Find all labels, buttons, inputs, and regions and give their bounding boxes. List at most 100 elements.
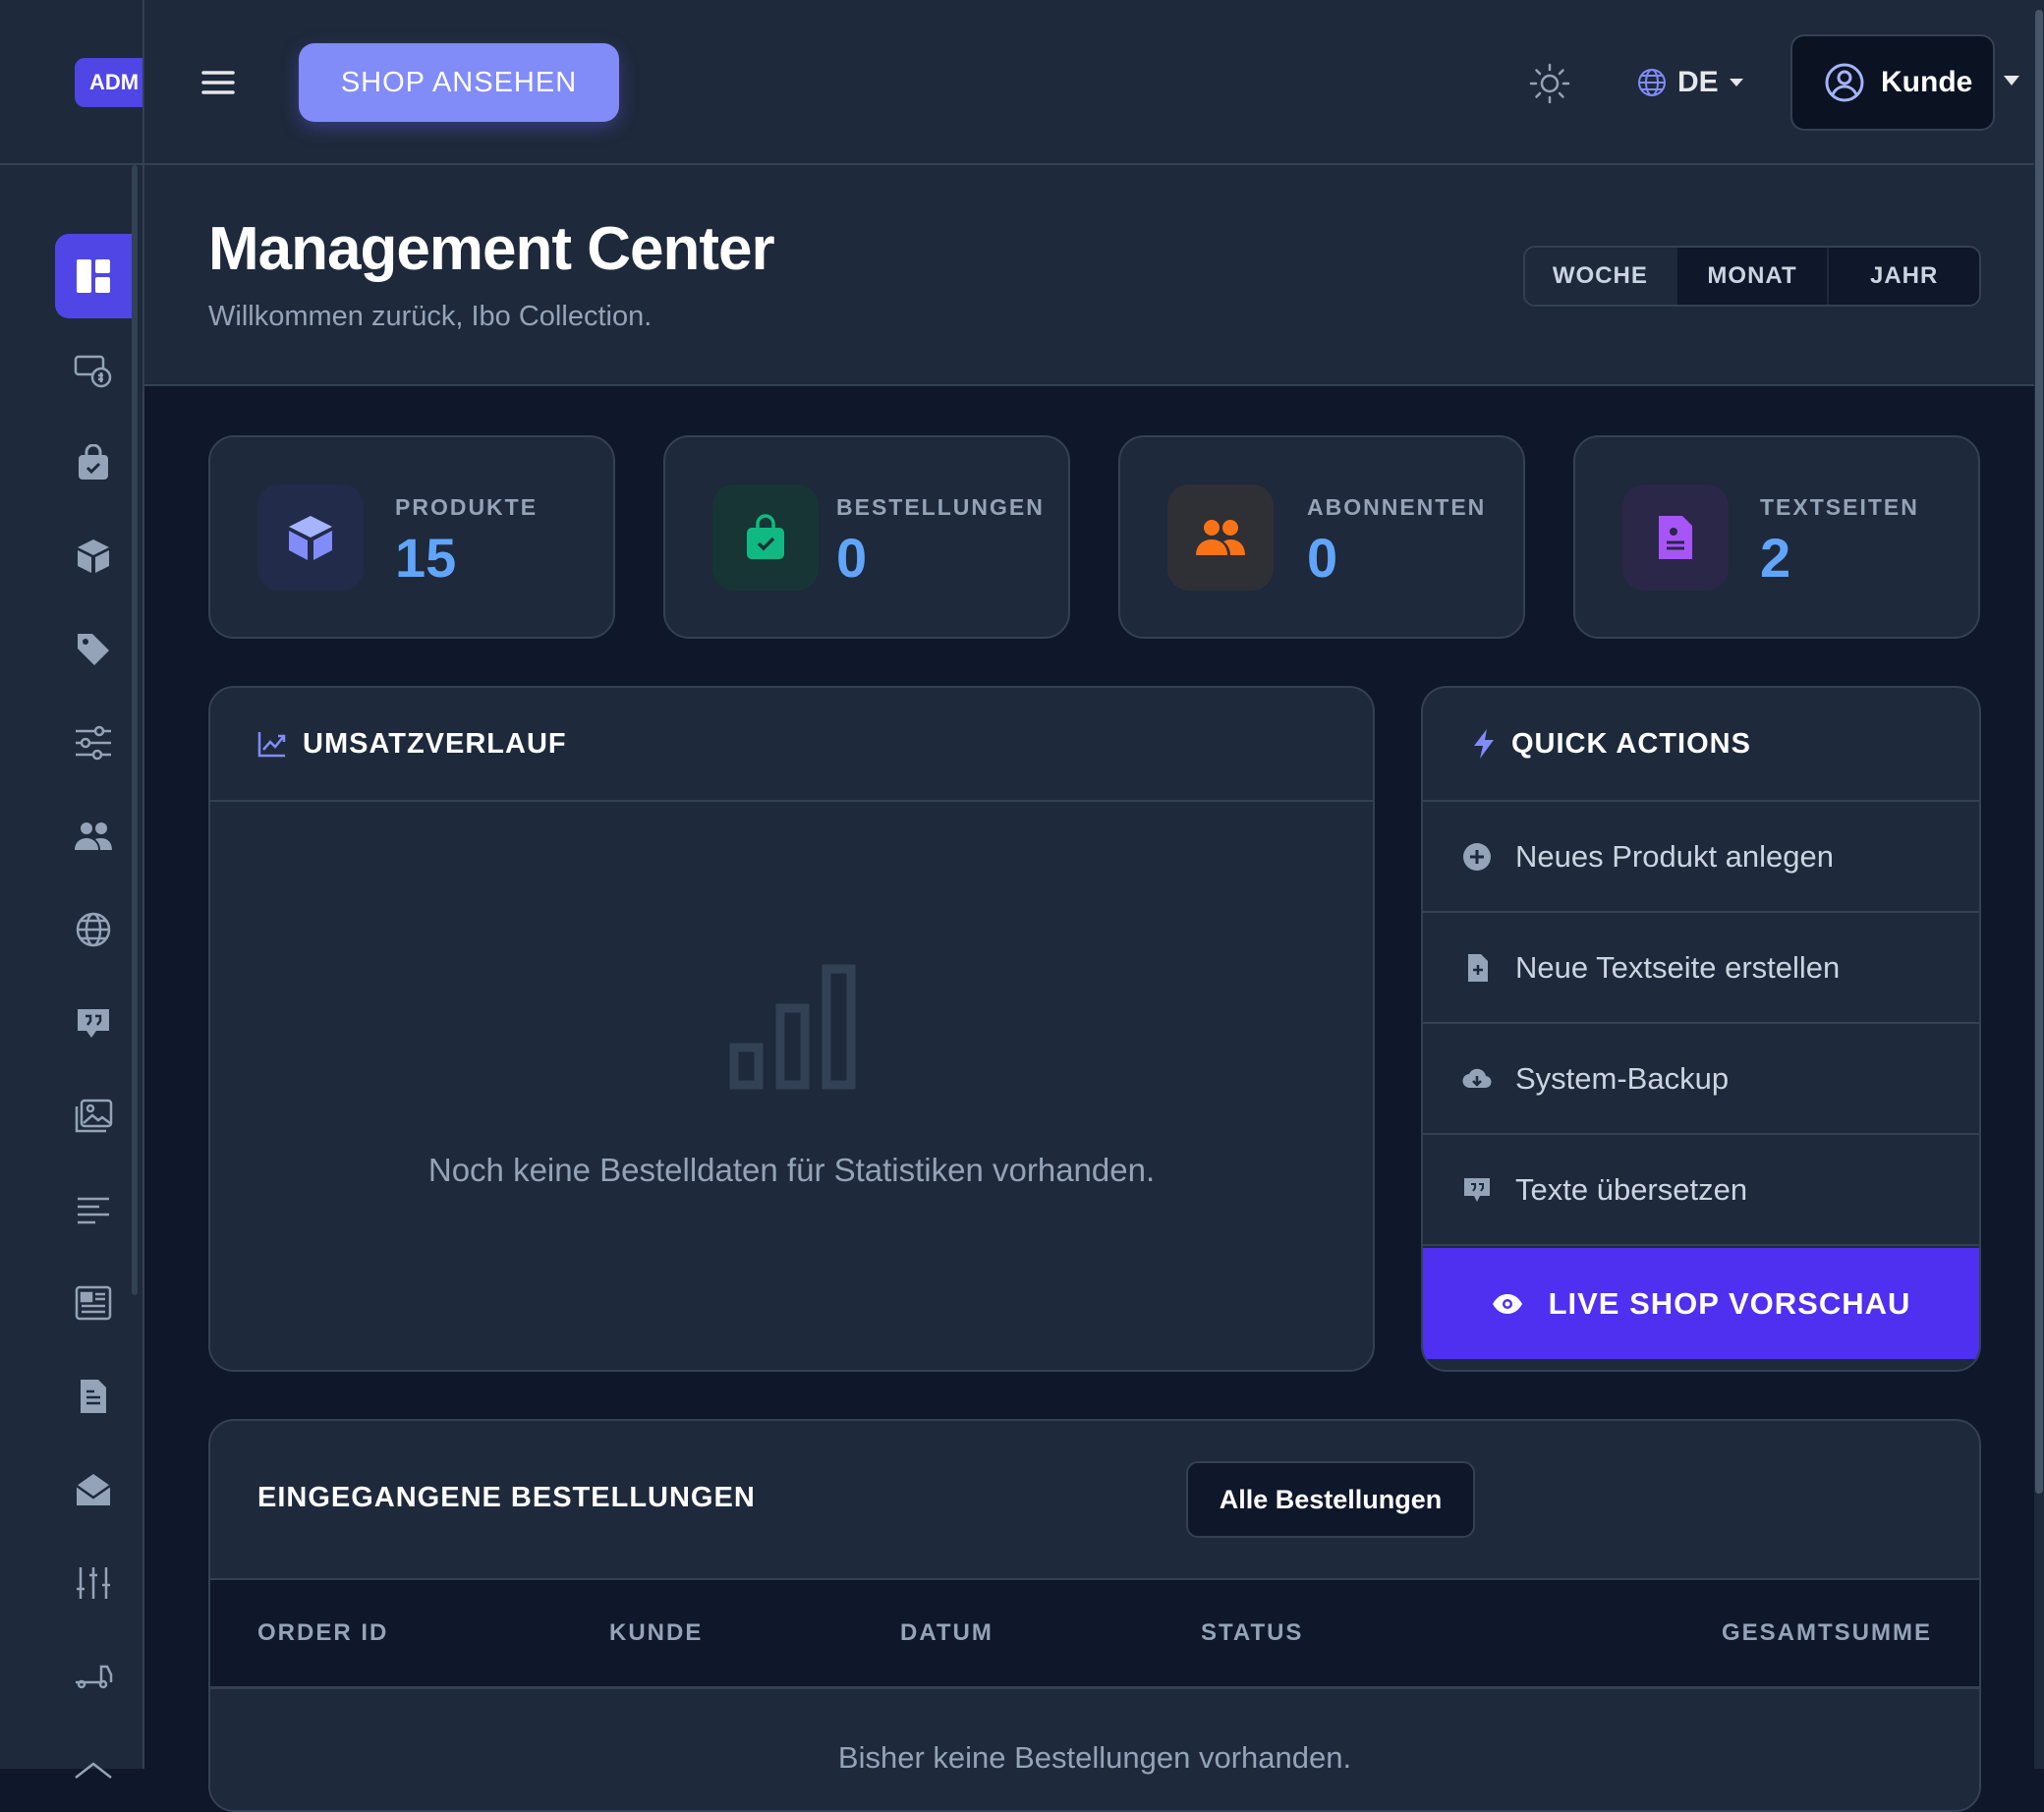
- user-avatar-icon: [1824, 62, 1865, 103]
- quick-actions-panel: QUICK ACTIONS Neues Produkt anlegen Neue…: [1421, 686, 1981, 1372]
- bar-chart-placeholder-icon: [729, 963, 857, 1091]
- stat-label: BESTELLUNGEN: [836, 494, 1045, 520]
- stat-value: 0: [836, 527, 868, 589]
- sidebar-item-orders[interactable]: [55, 421, 132, 505]
- sidebar-scrollbar[interactable]: [132, 165, 138, 1295]
- sidebar-item-newsletter[interactable]: [55, 1447, 132, 1532]
- sidebar-item-dashboard[interactable]: [55, 234, 132, 318]
- shopping-bag-icon: [76, 444, 111, 481]
- users-icon: [1167, 484, 1274, 591]
- column-header[interactable]: KUNDE: [609, 1619, 703, 1647]
- globe-icon: [1636, 67, 1668, 98]
- orders-title: EINGEGANGENE BESTELLUNGEN: [257, 1482, 756, 1513]
- shop-view-button[interactable]: SHOP ANSEHEN: [299, 43, 619, 122]
- chevron-down-icon: [1729, 78, 1744, 87]
- revenue-title: UMSATZVERLAUF: [303, 727, 567, 760]
- cloud-download-icon: [1462, 1064, 1492, 1094]
- period-switch: WOCHE MONAT JAHR: [1523, 246, 1981, 307]
- bolt-icon: [1472, 728, 1496, 760]
- stat-card-textpages[interactable]: TEXTSEITEN 2: [1573, 435, 1980, 639]
- sidebar-item-news[interactable]: [55, 1261, 132, 1345]
- stat-value: 15: [395, 527, 457, 589]
- tag-icon: [75, 631, 112, 668]
- quick-action-backup[interactable]: System-Backup: [1423, 1024, 1979, 1135]
- file-plus-icon: [1462, 953, 1492, 983]
- column-header[interactable]: STATUS: [1201, 1619, 1303, 1647]
- sidebar-item-pages[interactable]: [55, 1354, 132, 1439]
- translate-chat-icon: [1462, 1175, 1492, 1205]
- sidebar-item-products[interactable]: [55, 514, 132, 598]
- sidebar-item-finance[interactable]: [55, 327, 132, 412]
- quick-actions-header: QUICK ACTIONS: [1423, 688, 1979, 802]
- quick-actions-title: QUICK ACTIONS: [1511, 727, 1751, 760]
- stat-value: 0: [1307, 527, 1338, 589]
- quick-action-new-product[interactable]: Neues Produkt anlegen: [1423, 802, 1979, 913]
- sidebar-item-filters[interactable]: [55, 701, 132, 785]
- dashboard-icon: [75, 257, 112, 295]
- stat-label: PRODUKTE: [395, 494, 539, 520]
- stat-label: ABONNENTEN: [1307, 494, 1487, 520]
- truck-icon: [74, 1663, 113, 1690]
- brand-badge[interactable]: ADM: [75, 58, 143, 107]
- sidebar-item-languages[interactable]: [55, 887, 132, 972]
- orders-panel: EINGEGANGENE BESTELLUNGEN Alle Bestellun…: [208, 1419, 1981, 1812]
- column-header[interactable]: DATUM: [900, 1619, 994, 1647]
- user-label: Kunde: [1881, 66, 1973, 98]
- period-year-button[interactable]: JAHR: [1827, 248, 1979, 305]
- page-scrollbar-thumb[interactable]: [2035, 10, 2043, 1494]
- globe-icon: [75, 911, 112, 948]
- orders-empty-message: Bisher keine Bestellungen vorhanden.: [837, 1740, 1352, 1775]
- stat-card-orders[interactable]: BESTELLUNGEN 0: [663, 435, 1070, 639]
- quick-action-label: Texte übersetzen: [1515, 1171, 1748, 1207]
- sidebar-item-media[interactable]: [55, 1074, 132, 1159]
- eye-icon: [1492, 1293, 1523, 1315]
- text-lines-icon: [76, 1195, 111, 1224]
- stat-label: TEXTSEITEN: [1760, 494, 1919, 520]
- users-icon: [74, 821, 113, 852]
- user-caret-icon[interactable]: [2003, 75, 2020, 86]
- money-icon: [74, 350, 113, 389]
- quick-action-label: System-Backup: [1515, 1060, 1730, 1096]
- equalizer-icon: [75, 1565, 112, 1601]
- sidebar-item-customers[interactable]: [55, 794, 132, 878]
- column-header[interactable]: GESAMTSUMME: [1722, 1619, 1932, 1647]
- hamburger-menu-icon[interactable]: [200, 65, 236, 100]
- chevron-up-icon: [74, 1760, 113, 1780]
- live-shop-preview-button[interactable]: LIVE SHOP VORSCHAU: [1423, 1248, 1979, 1359]
- images-icon: [74, 1099, 113, 1134]
- revenue-panel: UMSATZVERLAUF Noch keine Bestelldaten fü…: [208, 686, 1375, 1372]
- newspaper-icon: [75, 1285, 112, 1321]
- sidebar-item-shipping[interactable]: [55, 1634, 132, 1719]
- cube-icon: [257, 484, 364, 591]
- page-title: Management Center: [208, 215, 775, 283]
- period-week-button[interactable]: WOCHE: [1525, 248, 1675, 305]
- stat-card-products[interactable]: PRODUKTE 15: [208, 435, 615, 639]
- document-icon: [79, 1378, 108, 1415]
- sliders-icon: [74, 725, 113, 761]
- all-orders-button[interactable]: Alle Bestellungen: [1186, 1461, 1475, 1538]
- stat-value: 2: [1760, 527, 1791, 589]
- sidebar-item-content[interactable]: [55, 1167, 132, 1252]
- mail-open-icon: [75, 1472, 112, 1507]
- stat-card-subscribers[interactable]: ABONNENTEN 0: [1118, 435, 1525, 639]
- period-month-button[interactable]: MONAT: [1675, 248, 1828, 305]
- chart-line-icon: [257, 730, 287, 758]
- sidebar-item-reviews[interactable]: [55, 981, 132, 1065]
- language-switch[interactable]: DE: [1636, 61, 1744, 104]
- quote-chat-icon: [75, 1004, 112, 1042]
- document-icon: [1622, 484, 1729, 591]
- sidebar-item-settings[interactable]: [55, 1541, 132, 1625]
- revenue-panel-header: UMSATZVERLAUF: [210, 688, 1373, 802]
- sun-icon[interactable]: [1528, 62, 1571, 105]
- sidebar-item-more[interactable]: [55, 1727, 132, 1812]
- column-header[interactable]: ORDER ID: [257, 1619, 388, 1647]
- page-subtitle: Willkommen zurück, Ibo Collection.: [208, 301, 653, 332]
- quick-action-new-page[interactable]: Neue Textseite erstellen: [1423, 913, 1979, 1024]
- language-label: DE: [1677, 66, 1719, 98]
- orders-table-header: ORDER ID KUNDE DATUM STATUS GESAMTSUMME: [210, 1578, 1979, 1689]
- sidebar-item-tags[interactable]: [55, 607, 132, 692]
- quick-action-translate[interactable]: Texte übersetzen: [1423, 1135, 1979, 1246]
- shopping-bag-icon: [712, 484, 819, 591]
- box-icon: [75, 538, 112, 575]
- user-menu[interactable]: Kunde: [1790, 34, 1995, 131]
